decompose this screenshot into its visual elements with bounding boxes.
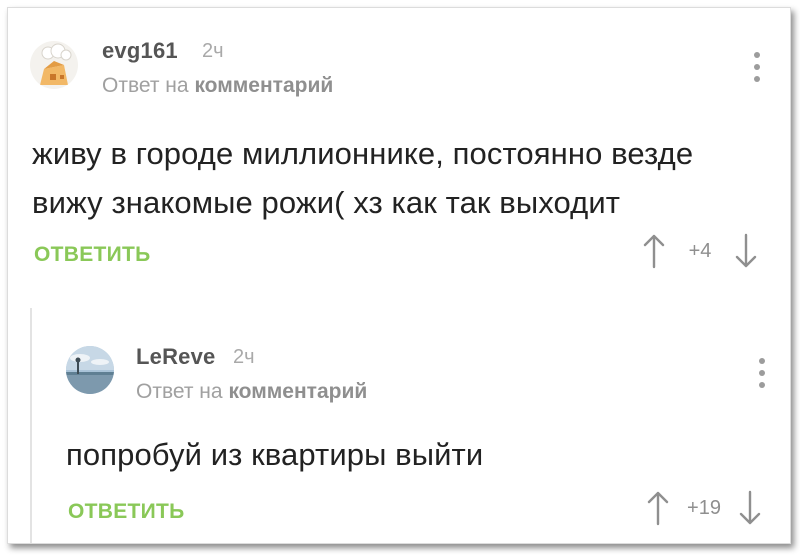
comments-panel: evg161 2ч Ответ на комментарий живу в го… [7,7,791,544]
reply-to-link[interactable]: комментарий [194,74,333,97]
score: +4 [688,239,712,262]
comment: evg161 2ч Ответ на комментарий живу в го… [8,8,790,298]
comment-text-line: живу в городе миллионнике, постоянно вез… [32,136,694,171]
reply-to-line: Ответ на комментарий [136,380,367,404]
arrow-down-icon[interactable] [739,490,761,526]
comment-reply: LeReve 2ч Ответ на комментарий попробуй … [30,308,792,543]
arrow-up-icon[interactable] [643,233,665,269]
comment-text: живу в городе миллионнике, постоянно вез… [32,129,777,227]
arrow-down-icon[interactable] [735,233,757,269]
avatar-image [30,41,78,89]
reply-button[interactable]: ОТВЕТИТЬ [34,243,151,267]
reply-button[interactable]: ОТВЕТИТЬ [68,500,185,524]
reply-to-line: Ответ на комментарий [102,74,333,98]
more-vertical-icon[interactable] [758,358,766,388]
comment-text-line: вижу знакомые рожи( хз как так выходит [32,185,621,220]
comment-time: 2ч [202,40,224,62]
comment-text-line: попробуй из квартиры выйти [66,437,484,472]
avatar[interactable] [66,346,114,394]
author-name[interactable]: LeReve [136,344,215,370]
score: +19 [687,496,721,519]
avatar-image [66,346,114,394]
comment-text: попробуй из квартиры выйти [66,430,766,479]
avatar[interactable] [30,41,78,89]
vote-controls: +19 [647,490,761,526]
reply-to-prefix: Ответ на [102,74,189,97]
reply-to-prefix: Ответ на [136,380,223,403]
reply-to-link[interactable]: комментарий [228,380,367,403]
more-vertical-icon[interactable] [753,52,761,82]
comment-time: 2ч [233,346,255,368]
author-name[interactable]: evg161 [102,38,178,64]
vote-controls: +4 [643,233,757,269]
arrow-up-icon[interactable] [647,490,669,526]
